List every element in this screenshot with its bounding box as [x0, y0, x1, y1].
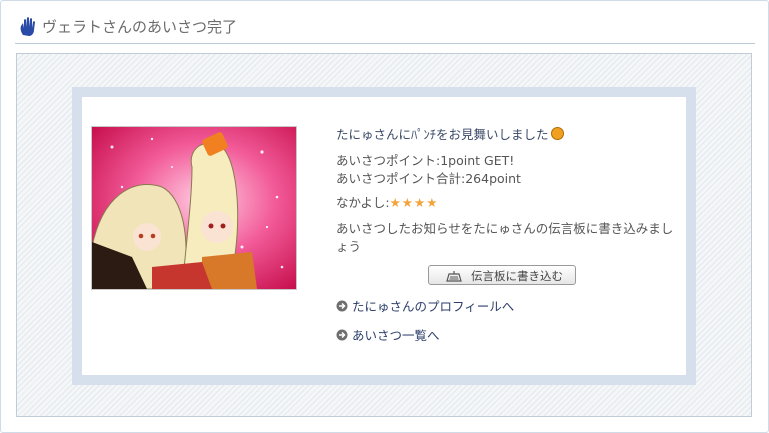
board-notice: あいさつしたお知らせをたにゅさんの伝言板に書き込みましょう — [336, 221, 674, 254]
greeting-message: たにゅさんにﾊﾟﾝﾁをお見舞いしました — [336, 126, 564, 144]
profile-link-text[interactable]: たにゅさんのプロフィールへ — [352, 299, 514, 314]
greeting-image — [91, 126, 297, 290]
page-frame: ヴェラトさんのあいさつ完了 たにゅさんにﾊﾟﾝﾁをお見舞いしました あいさつポイ… — [0, 0, 769, 433]
profile-link[interactable]: たにゅさんのプロフィールへ — [336, 298, 514, 316]
page-title: ヴェラトさんのあいさつ完了 — [42, 18, 238, 36]
points-gained: あいさつポイント:1point GET! — [336, 153, 515, 168]
write-board-button-label: 伝言板に書き込む — [471, 271, 563, 283]
greeting-list-link-text[interactable]: あいさつ一覧へ — [352, 328, 440, 343]
greeting-panel: たにゅさんにﾊﾟﾝﾁをお見舞いしました あいさつポイント:1point GET!… — [82, 97, 686, 375]
punch-emoji-icon — [550, 127, 564, 140]
friendship-label: なかよし: — [336, 195, 390, 210]
points-total: あいさつポイント合計:264point — [336, 171, 521, 186]
greeting-panel-border: たにゅさんにﾊﾟﾝﾁをお見舞いしました あいさつポイント:1point GET!… — [72, 87, 696, 385]
greeting-container: たにゅさんにﾊﾟﾝﾁをお見舞いしました あいさつポイント:1point GET!… — [16, 53, 752, 417]
arrow-right-icon — [336, 300, 348, 312]
greeting-message-text: たにゅさんにﾊﾟﾝﾁをお見舞いしました — [336, 127, 549, 142]
greeting-list-link[interactable]: あいさつ一覧へ — [336, 327, 440, 345]
page-header: ヴェラトさんのあいさつ完了 — [15, 9, 755, 44]
message-board-icon — [446, 271, 462, 282]
hand-icon — [20, 17, 35, 36]
friendship-level: なかよし:★★★★ — [336, 194, 438, 212]
arrow-right-icon — [336, 329, 348, 341]
write-board-button[interactable]: 伝言板に書き込む — [428, 265, 576, 285]
friendship-stars: ★★★★ — [389, 195, 439, 210]
